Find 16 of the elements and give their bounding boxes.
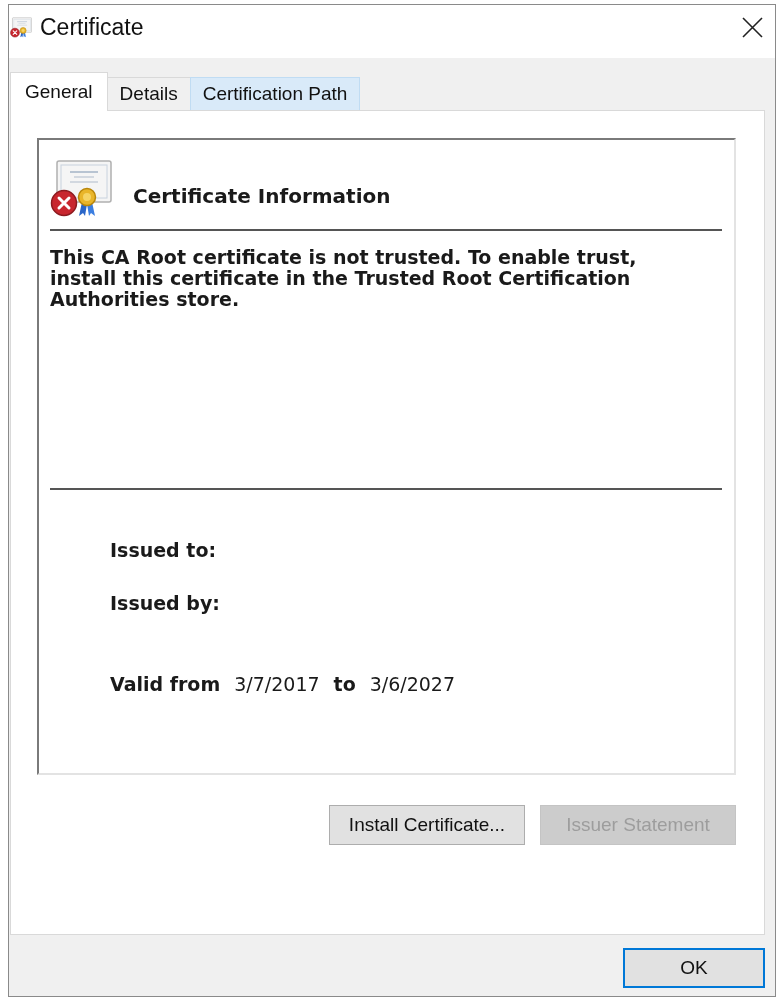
valid-from-label: Valid from	[110, 673, 221, 695]
issued-by-label: Issued by:	[110, 592, 220, 614]
valid-from-date: 3/7/2017	[234, 673, 320, 695]
issued-to-label: Issued to:	[110, 539, 217, 561]
to-label: to	[333, 673, 356, 695]
close-button[interactable]	[742, 17, 763, 38]
ok-button[interactable]: OK	[623, 948, 765, 988]
section-heading: Certificate Information	[133, 182, 391, 208]
close-icon	[742, 17, 763, 38]
valid-to-date: 3/6/2027	[369, 673, 456, 695]
trust-warning-message: This CA Root certificate is not trusted. To enable trust, install this certificate in the Trusted Root Certification Authorities store.	[50, 247, 638, 310]
tab[interactable]: Certification Path	[189, 77, 361, 110]
install-certificate-button[interactable]: Install Certificate...	[329, 805, 525, 845]
certificate-error-icon	[50, 160, 112, 217]
tab[interactable]: General	[10, 72, 108, 111]
window-title: Certificate	[40, 14, 145, 41]
